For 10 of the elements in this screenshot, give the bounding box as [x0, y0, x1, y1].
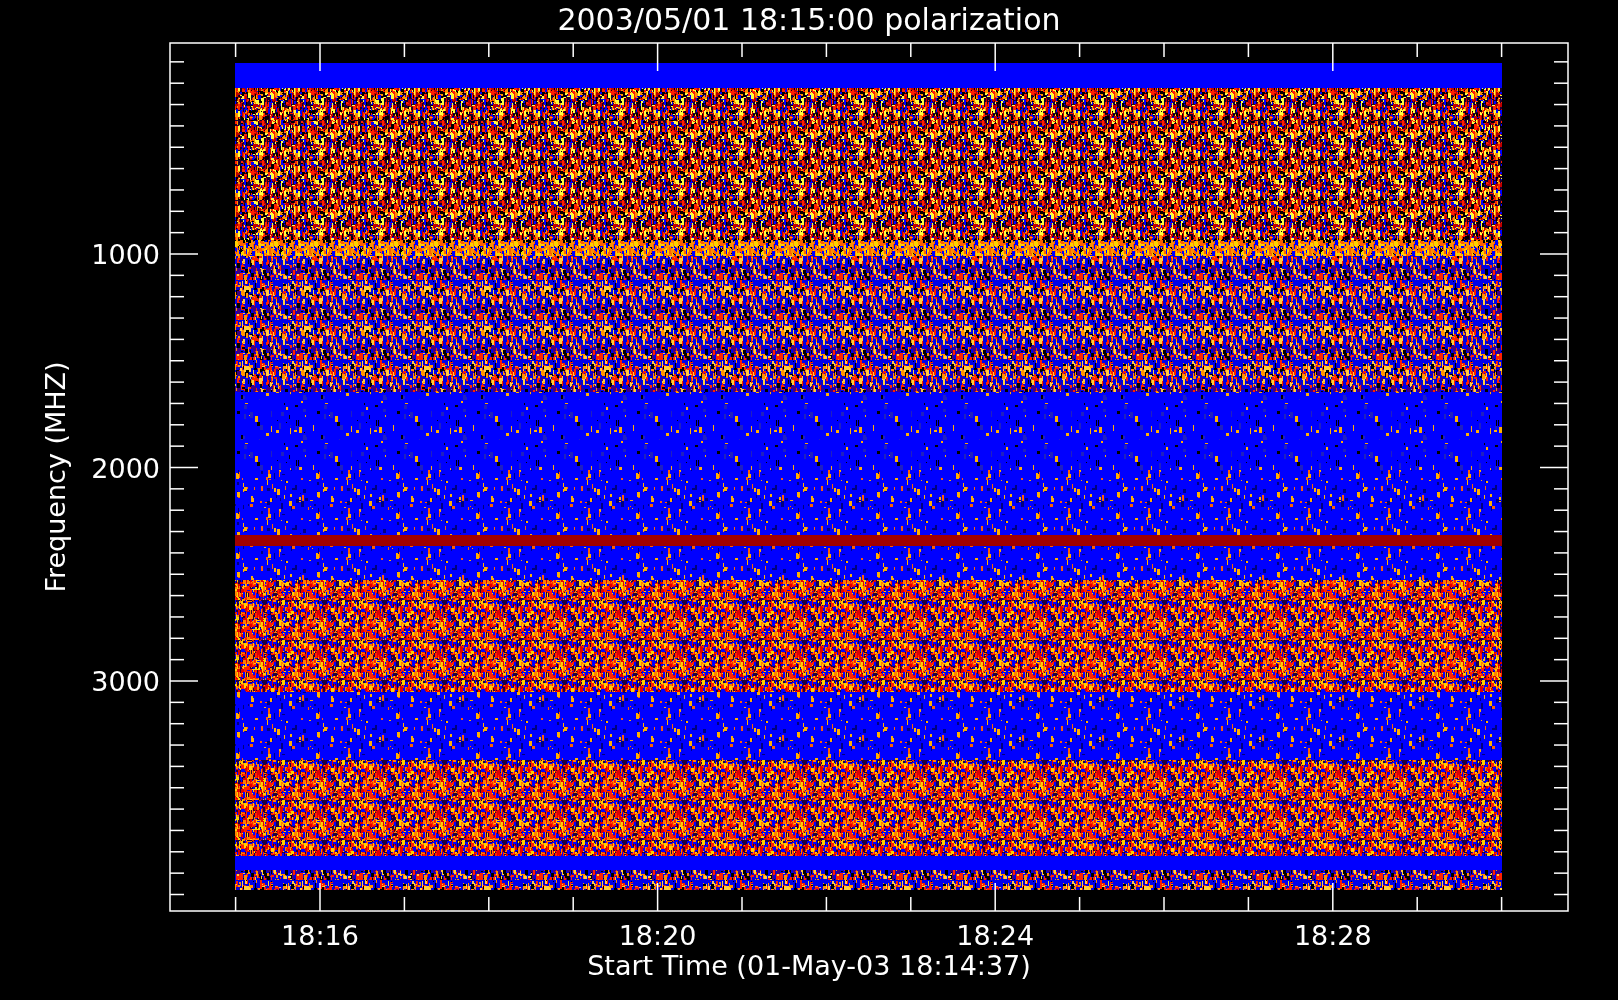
tick-label: 18:16	[281, 920, 359, 951]
tick-label: 18:24	[956, 920, 1035, 951]
axis-title: Frequency (MHZ)	[40, 361, 71, 593]
tick-label: 1000	[91, 239, 160, 270]
axis-title: Start Time (01-May-03 18:14:37)	[587, 950, 1031, 981]
tick-label: 18:28	[1293, 920, 1372, 951]
plot-title: 2003/05/01 18:15:00 polarization	[557, 2, 1061, 37]
tick-label: 2000	[91, 452, 160, 484]
tick-label: 3000	[91, 666, 160, 697]
tick-label: 18:20	[618, 920, 697, 951]
